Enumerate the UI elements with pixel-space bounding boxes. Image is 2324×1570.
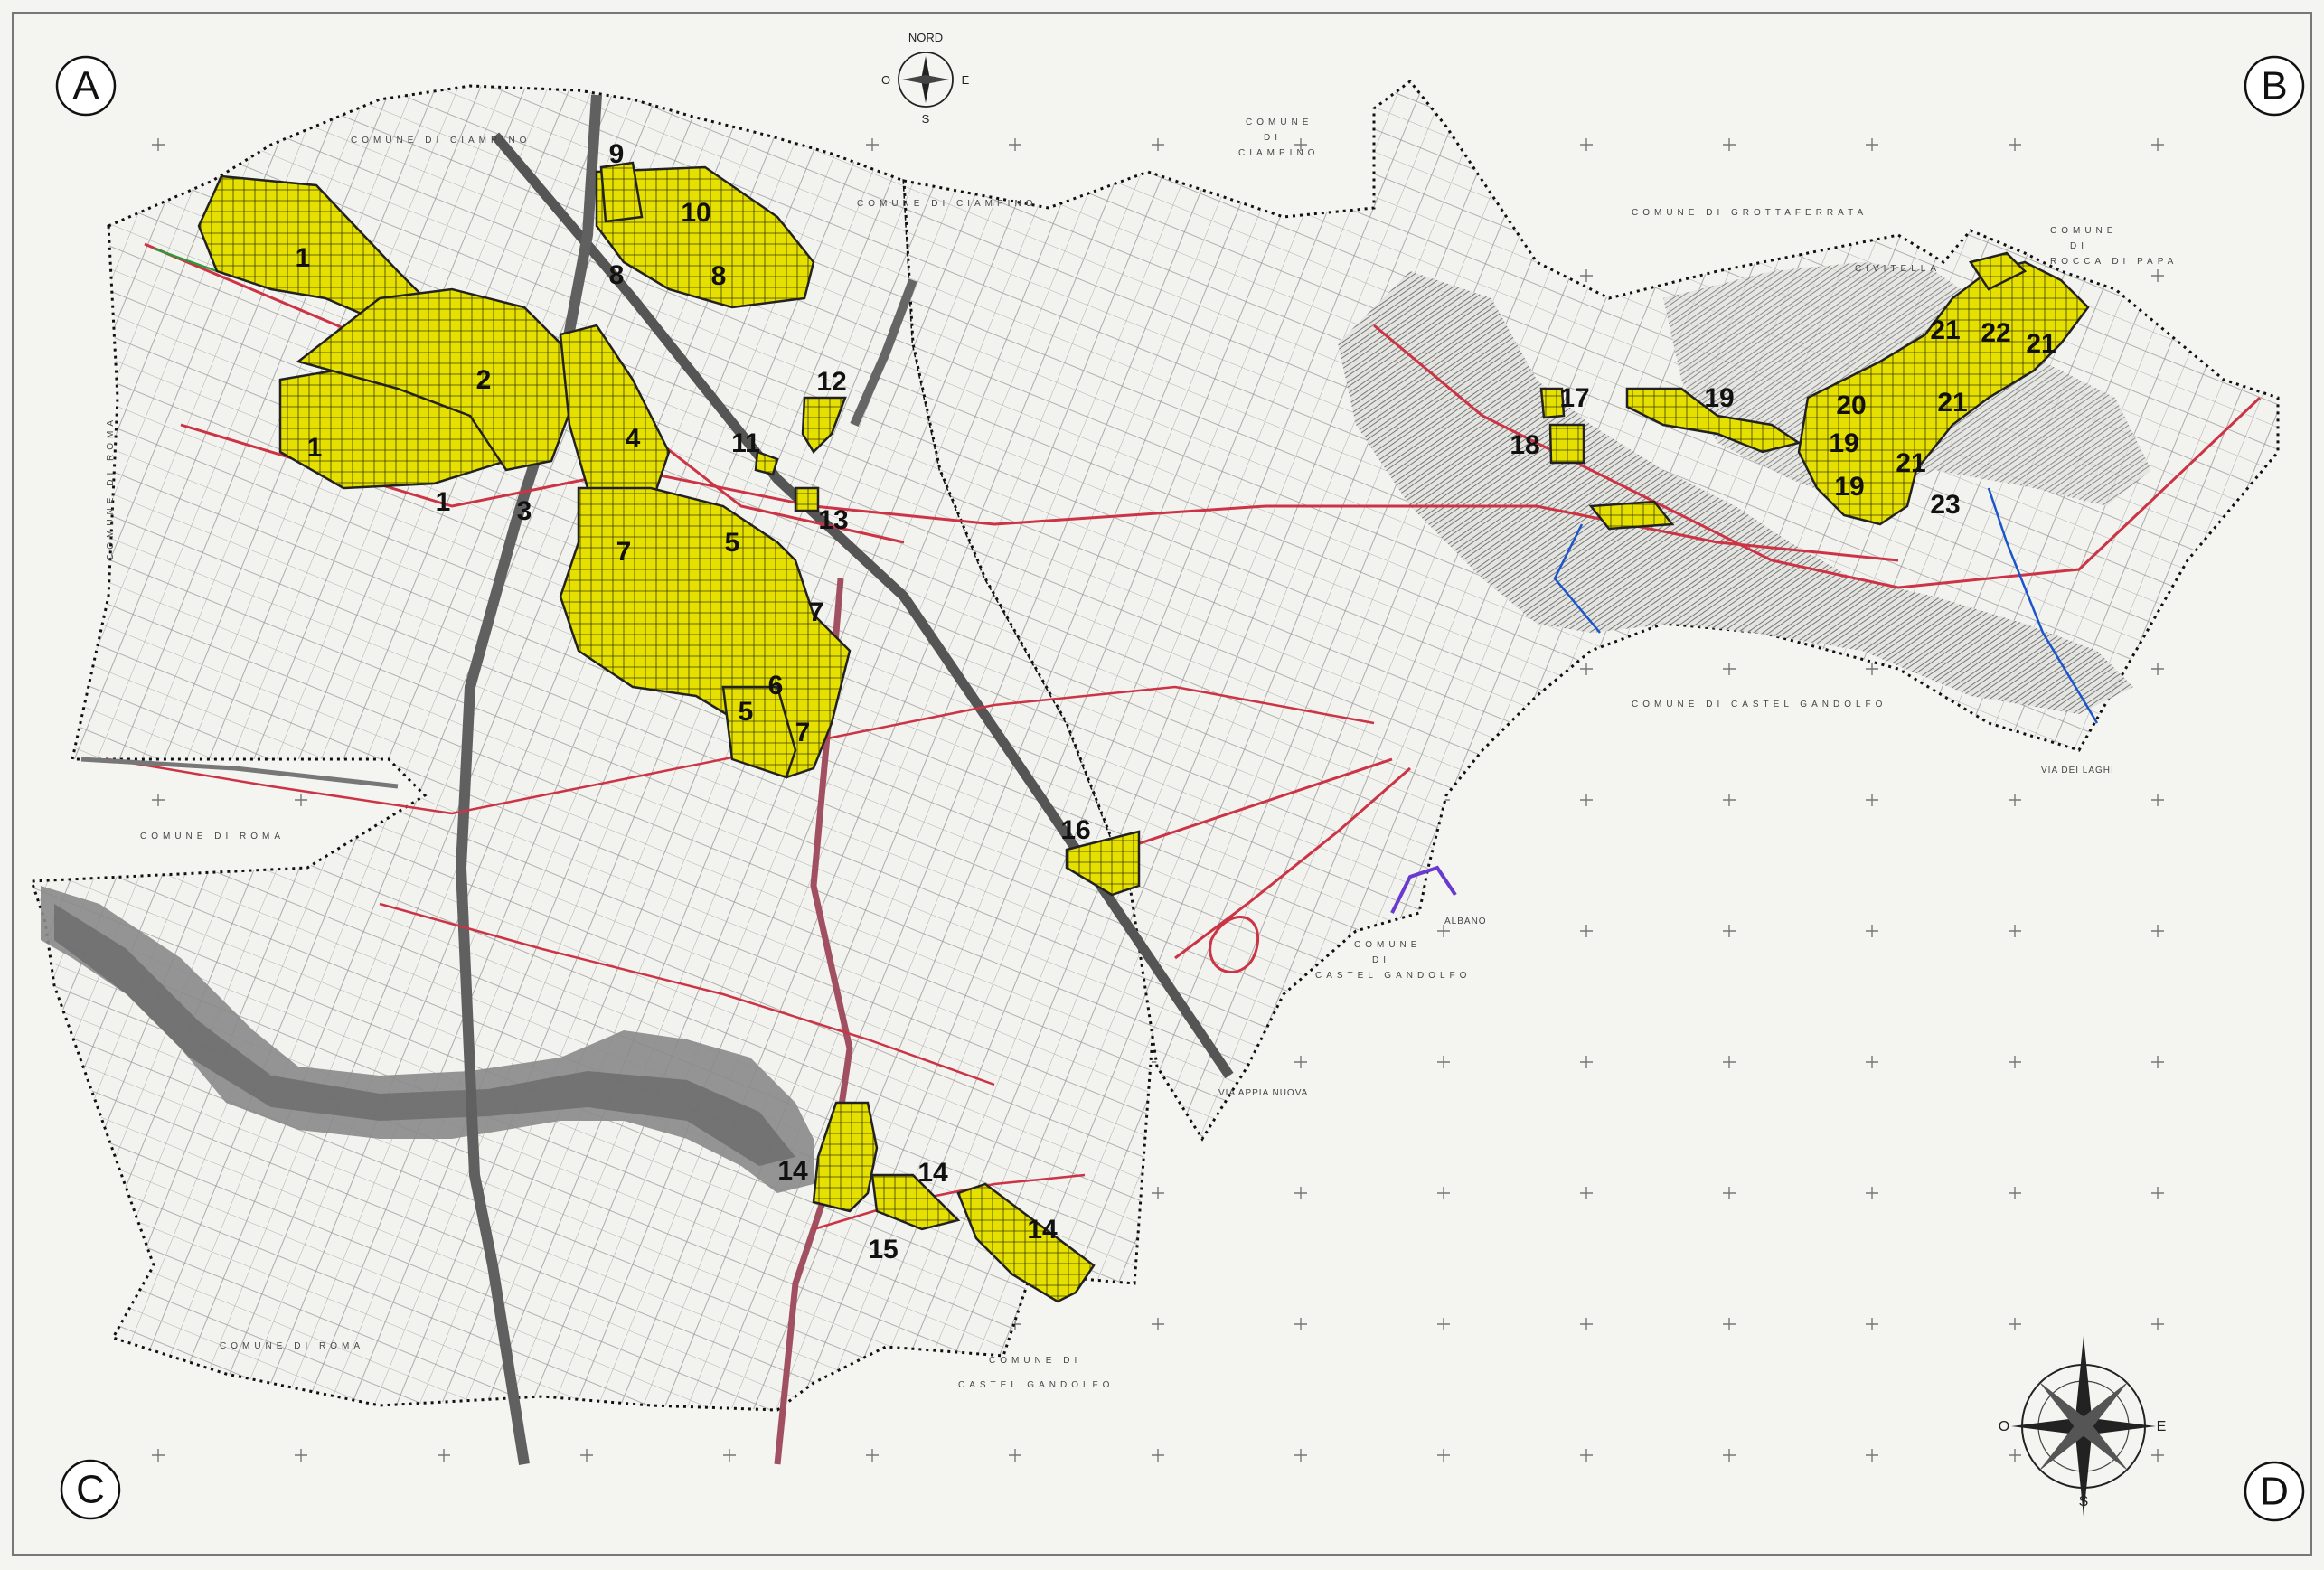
zone-number: 21 [1930, 315, 1960, 345]
zone-number: 1 [307, 433, 323, 463]
label-roma-west: COMUNE DI ROMA [140, 832, 285, 841]
corner-marker-c: C [60, 1459, 121, 1520]
label-civitella: CIVITELLA [1855, 264, 1941, 274]
territorial-planning-map: NORD E O S E O S A B C D COMUNE DI CIAMP… [0, 0, 2324, 1570]
zone-18 [1548, 423, 1585, 465]
label-castel-east: COMUNE DI CASTEL GANDOLFO [1632, 700, 1886, 710]
label-rocca-1: COMUNE [2050, 226, 2117, 236]
compass-top-west: O [881, 73, 890, 87]
zone-number: 13 [818, 505, 848, 535]
label-ciampino-center: COMUNE DI CIAMPINO [857, 199, 1037, 209]
zone-number: 7 [616, 537, 632, 567]
corner-label-c: C [76, 1468, 105, 1512]
label-ciampino-right-3: CIAMPINO [1238, 148, 1319, 158]
corner-label-d: D [2260, 1470, 2289, 1514]
label-via-laghi: VIA DEI LAGHI [2041, 766, 2114, 776]
compass-bottom-south: S [2079, 1494, 2089, 1509]
zone-number: 12 [816, 367, 846, 397]
zone-number: 11 [731, 428, 760, 458]
corner-label-b: B [2261, 64, 2287, 108]
label-castel-south-1: COMUNE DI [989, 1356, 1081, 1366]
zone-13 [794, 486, 820, 512]
zone-number: 4 [626, 424, 641, 454]
zone-number: 21 [1937, 388, 1967, 418]
label-albano: ALBANO [1444, 917, 1487, 926]
zone-number: 7 [809, 597, 824, 627]
zone-number: 23 [1930, 490, 1960, 520]
zone-number: 8 [609, 260, 625, 290]
zone-number: 17 [1559, 383, 1589, 413]
zone-number: 6 [768, 671, 784, 700]
zone-number: 16 [1060, 815, 1090, 845]
zone-number: 14 [777, 1156, 808, 1186]
label-rocca-2: DI [2070, 241, 2088, 251]
compass-bottom-west: O [1999, 1419, 2009, 1434]
zone-number: 1 [296, 243, 311, 273]
compass-top-north: NORD [908, 31, 943, 44]
corner-marker-b: B [2244, 55, 2305, 117]
label-ciampino-right-1: COMUNE [1246, 118, 1313, 127]
zone-number: 14 [917, 1158, 948, 1188]
zone-number: 3 [517, 496, 532, 526]
label-castel-mid-3: CASTEL GANDOLFO [1315, 971, 1471, 981]
label-ciampino-top-left: COMUNE DI CIAMPINO [351, 136, 531, 146]
corner-marker-d: D [2244, 1461, 2305, 1522]
zone-number: 19 [1834, 472, 1864, 502]
zone-number: 19 [1704, 383, 1734, 413]
label-roma-vertical: COMUNE DI ROMA [106, 416, 116, 560]
label-castel-mid-1: COMUNE [1354, 940, 1421, 950]
compass-bottom-east: E [2157, 1419, 2167, 1434]
zone-number: 18 [1510, 430, 1539, 460]
zone-number: 22 [1981, 318, 2010, 348]
zone-number: 1 [436, 487, 451, 517]
zone-number: 2 [476, 365, 492, 395]
corner-label-a: A [72, 64, 99, 108]
zone-number: 10 [681, 198, 710, 228]
zone-number: 14 [1027, 1215, 1058, 1245]
zone-number: 7 [795, 718, 811, 747]
label-grottaferrata: COMUNE DI GROTTAFERRATA [1632, 208, 1868, 218]
label-roma-south: COMUNE DI ROMA [220, 1341, 364, 1351]
compass-top-east: E [962, 73, 970, 87]
label-rocca-3: ROCCA DI PAPA [2050, 257, 2178, 267]
zone-number: 8 [711, 261, 727, 291]
zone-number: 20 [1836, 390, 1866, 420]
label-ciampino-right-2: DI [1264, 133, 1282, 143]
label-castel-south-2: CASTEL GANDOLFO [958, 1380, 1114, 1390]
zone-number: 21 [2026, 329, 2056, 359]
zone-number: 19 [1829, 428, 1858, 458]
label-castel-mid-2: DI [1372, 955, 1390, 965]
label-via-appia: VIA APPIA NUOVA [1218, 1088, 1308, 1098]
zone-number: 5 [739, 697, 754, 727]
zone-number: 9 [609, 139, 625, 169]
zone-number: 5 [725, 528, 740, 558]
compass-top-south: S [922, 112, 930, 126]
zone-number: 21 [1896, 448, 1925, 478]
corner-marker-a: A [55, 55, 117, 117]
zone-number: 15 [868, 1235, 898, 1264]
